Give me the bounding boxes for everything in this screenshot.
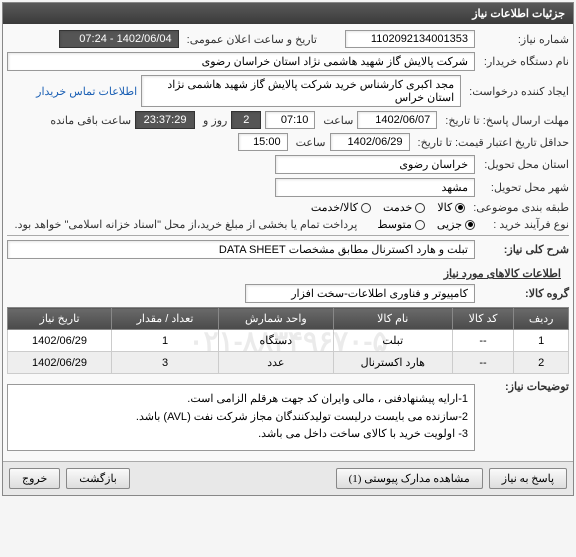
value-buyer: شرکت پالایش گاز شهید هاشمی نژاد استان خر… bbox=[7, 52, 475, 71]
label-desc: شرح کلی نیاز: bbox=[479, 243, 569, 256]
radio-option[interactable]: کالا/خدمت bbox=[311, 201, 371, 214]
table-header: تعداد / مقدار bbox=[112, 308, 219, 330]
label-process: نوع فرآیند خرید : bbox=[479, 218, 569, 231]
value-validity-date: 1402/06/29 bbox=[330, 133, 410, 151]
table-cell: 1 bbox=[514, 330, 569, 352]
exit-button[interactable]: خروج bbox=[9, 468, 60, 489]
note-line: 3- اولویت خرید با کالای ساخت داخل می باش… bbox=[14, 426, 468, 444]
radio-dot-icon bbox=[465, 220, 475, 230]
table-header: کد کالا bbox=[452, 308, 514, 330]
label-notes: توضیحات نیاز: bbox=[479, 380, 569, 393]
attachments-button[interactable]: مشاهده مدارک پیوستی (1) bbox=[336, 468, 483, 489]
subject-radio-group: کالا خدمت کالا/خدمت bbox=[311, 201, 465, 214]
items-table: ردیفکد کالانام کالاواحد شمارشتعداد / مقد… bbox=[7, 307, 569, 374]
value-days: 2 bbox=[231, 111, 261, 129]
radio-label: کالا bbox=[437, 201, 452, 214]
label-validity: حداقل تاریخ اعتبار قیمت: تا تاریخ: bbox=[414, 136, 569, 149]
contact-link[interactable]: اطلاعات تماس خریدار bbox=[36, 85, 137, 98]
table-cell: 1402/06/29 bbox=[8, 330, 112, 352]
label-remaining: ساعت باقی مانده bbox=[46, 114, 131, 127]
value-countdown: 23:37:29 bbox=[135, 111, 195, 129]
radio-option[interactable]: کالا bbox=[437, 201, 465, 214]
table-header: ردیف bbox=[514, 308, 569, 330]
table-header: تاریخ نیاز bbox=[8, 308, 112, 330]
table-cell: دستگاه bbox=[218, 330, 333, 352]
radio-option[interactable]: جزیی bbox=[437, 218, 475, 231]
table-row[interactable]: 2--هارد اکسترنالعدد31402/06/29 bbox=[8, 352, 569, 374]
value-desc: تبلت و هارد اکسترنال مطابق مشخصات DATA S… bbox=[7, 240, 475, 259]
value-group: کامپیوتر و فناوری اطلاعات-سخت افزار bbox=[245, 284, 475, 303]
radio-label: خدمت bbox=[383, 201, 412, 214]
radio-label: کالا/خدمت bbox=[311, 201, 358, 214]
label-need-no: شماره نیاز: bbox=[479, 33, 569, 46]
value-city: مشهد bbox=[275, 178, 475, 197]
items-header: اطلاعات کالاهای مورد نیاز bbox=[7, 263, 569, 284]
value-need-no: 1102092134001353 bbox=[345, 30, 475, 48]
back-button[interactable]: بازگشت bbox=[66, 468, 130, 489]
radio-dot-icon bbox=[361, 203, 371, 213]
value-deadline-date: 1402/06/07 bbox=[357, 111, 437, 129]
value-deadline-time: 07:10 bbox=[265, 111, 315, 129]
table-cell: عدد bbox=[218, 352, 333, 374]
table-cell: -- bbox=[452, 352, 514, 374]
label-requester: ایجاد کننده درخواست: bbox=[465, 85, 569, 98]
table-cell: -- bbox=[452, 330, 514, 352]
label-announce: تاریخ و ساعت اعلان عمومی: bbox=[183, 33, 317, 46]
label-deadline: مهلت ارسال پاسخ: تا تاریخ: bbox=[441, 114, 569, 127]
label-province: استان محل تحویل: bbox=[479, 158, 569, 171]
label-city: شهر محل تحویل: bbox=[479, 181, 569, 194]
reply-button[interactable]: پاسخ به نیاز bbox=[489, 468, 567, 489]
radio-dot-icon bbox=[415, 203, 425, 213]
label-group: گروه کالا: bbox=[479, 287, 569, 300]
table-cell: 3 bbox=[112, 352, 219, 374]
table-cell: 1402/06/29 bbox=[8, 352, 112, 374]
table-cell: هارد اکسترنال bbox=[333, 352, 452, 374]
radio-option[interactable]: متوسط bbox=[377, 218, 425, 231]
radio-label: جزیی bbox=[437, 218, 462, 231]
label-subject-cat: طبقه بندی موضوعی: bbox=[469, 201, 569, 214]
value-announce: 1402/06/04 - 07:24 bbox=[59, 30, 179, 48]
radio-dot-icon bbox=[455, 203, 465, 213]
value-validity-time: 15:00 bbox=[238, 133, 288, 151]
table-row[interactable]: 1--تبلتدستگاه11402/06/29 bbox=[8, 330, 569, 352]
label-hour-1: ساعت bbox=[319, 114, 353, 127]
table-cell: 1 bbox=[112, 330, 219, 352]
table-cell: 2 bbox=[514, 352, 569, 374]
radio-option[interactable]: خدمت bbox=[383, 201, 425, 214]
value-province: خراسان رضوی bbox=[275, 155, 475, 174]
panel-title: جزئیات اطلاعات نیاز bbox=[3, 3, 573, 24]
notes-box: 1-ارایه پیشنهادفنی ، مالی وایران کد جهت … bbox=[7, 384, 475, 451]
note-line: 2-سازنده می بایست درلیست تولیدکنندگان مج… bbox=[14, 409, 468, 427]
label-dayand: روز و bbox=[199, 114, 227, 127]
label-buyer: نام دستگاه خریدار: bbox=[479, 55, 569, 68]
process-radio-group: جزیی متوسط bbox=[377, 218, 475, 231]
table-header: نام کالا bbox=[333, 308, 452, 330]
table-cell: تبلت bbox=[333, 330, 452, 352]
table-header: واحد شمارش bbox=[218, 308, 333, 330]
note-line: 1-ارایه پیشنهادفنی ، مالی وایران کد جهت … bbox=[14, 391, 468, 409]
payment-note: پرداخت تمام یا بخشی از مبلغ خرید،از محل … bbox=[11, 218, 358, 231]
radio-dot-icon bbox=[415, 220, 425, 230]
radio-label: متوسط bbox=[377, 218, 412, 231]
label-hour-2: ساعت bbox=[292, 136, 326, 149]
value-requester: مجد اکبری کارشناس خرید شرکت پالایش گاز ش… bbox=[141, 75, 461, 107]
